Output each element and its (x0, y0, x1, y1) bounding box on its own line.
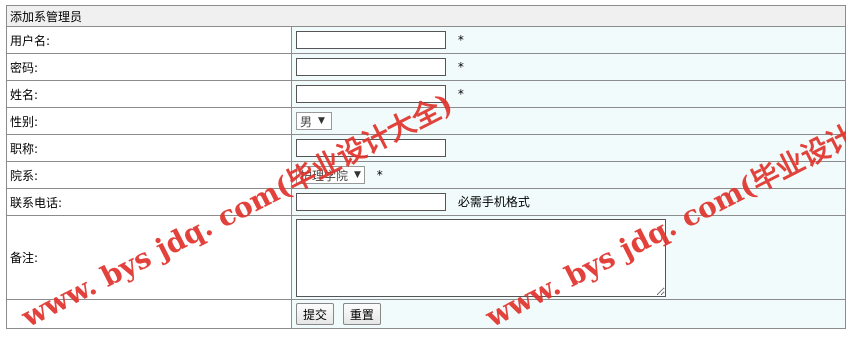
gender-label: 性别: (6, 107, 292, 135)
department-select[interactable]: 护理学院 ▼ (296, 166, 365, 184)
gender-selected-value: 男 (300, 114, 313, 129)
remark-textarea[interactable] (296, 218, 666, 297)
add-admin-form: 添加系管理员 用户名: * 密码: * 姓名: * 性别: 男 ▼ 职称: 院系… (6, 5, 846, 329)
required-mark: * (457, 59, 464, 74)
department-label: 院系: (6, 161, 292, 189)
form-row-remark: 备注: (6, 215, 846, 300)
required-mark: * (457, 32, 464, 47)
realname-label: 姓名: (6, 80, 292, 108)
form-row-department: 院系: 护理学院 ▼ * (6, 161, 846, 189)
phone-input[interactable] (296, 193, 446, 212)
required-mark: * (457, 86, 464, 101)
dropdown-arrow-icon: ▼ (318, 116, 325, 126)
form-row-password: 密码: * (6, 53, 846, 81)
form-row-gender: 性别: 男 ▼ (6, 107, 846, 135)
gender-select[interactable]: 男 ▼ (296, 112, 332, 130)
required-mark: * (376, 167, 383, 182)
remark-label: 备注: (6, 215, 292, 300)
form-row-phone: 联系电话: 必需手机格式 (6, 188, 846, 216)
phone-format-hint: 必需手机格式 (457, 194, 530, 209)
username-label: 用户名: (6, 26, 292, 54)
form-title: 添加系管理员 (6, 5, 846, 27)
password-label: 密码: (6, 53, 292, 81)
reset-button[interactable]: 重置 (342, 303, 381, 325)
password-input[interactable] (296, 58, 446, 76)
department-selected-value: 护理学院 (300, 168, 349, 183)
phone-label: 联系电话: (6, 188, 292, 216)
dropdown-arrow-icon: ▼ (354, 170, 361, 180)
submit-button[interactable]: 提交 (296, 303, 335, 325)
jobtitle-label: 职称: (6, 134, 292, 162)
form-row-jobtitle: 职称: (6, 134, 846, 162)
jobtitle-input[interactable] (296, 139, 446, 157)
form-row-realname: 姓名: * (6, 80, 846, 108)
form-row-username: 用户名: * (6, 26, 846, 54)
form-row-buttons: 提交 重置 (6, 299, 846, 329)
username-input[interactable] (296, 31, 446, 49)
realname-input[interactable] (296, 85, 446, 103)
